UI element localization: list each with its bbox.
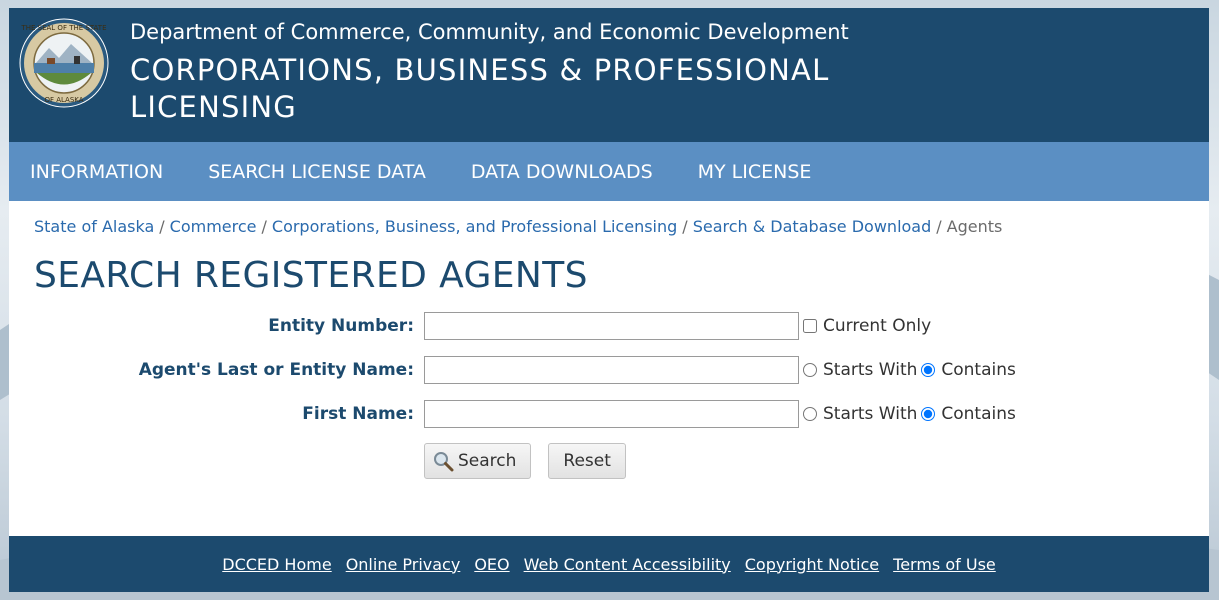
entity-number-input[interactable] xyxy=(424,312,799,340)
nav-item-information[interactable]: INFORMATION xyxy=(30,161,163,183)
page-title: SEARCH REGISTERED AGENTS xyxy=(34,255,588,296)
first-contains-radio[interactable] xyxy=(921,407,936,421)
nav-item-my-license[interactable]: MY LICENSE xyxy=(698,161,812,183)
current-only-checkbox[interactable] xyxy=(803,319,817,333)
agent-name-options: Starts With Contains xyxy=(803,360,1020,380)
footer-link-terms-of-use[interactable]: Terms of Use xyxy=(893,555,996,574)
first-contains-label: Contains xyxy=(941,404,1016,424)
page-container: THE SEAL OF THE STATE OF ALASKA Departme… xyxy=(9,8,1209,600)
breadcrumb-separator: / xyxy=(261,217,267,236)
breadcrumb-separator: / xyxy=(936,217,942,236)
site-footer: DCCED Home Online Privacy OEO Web Conten… xyxy=(9,536,1209,592)
svg-text:THE SEAL OF THE STATE: THE SEAL OF THE STATE xyxy=(20,24,106,32)
main-navigation: INFORMATION SEARCH LICENSE DATA DATA DOW… xyxy=(9,142,1209,201)
agent-name-label: Agent's Last or Entity Name: xyxy=(138,360,414,380)
first-name-label: First Name: xyxy=(302,404,414,424)
agent-name-input[interactable] xyxy=(424,356,799,384)
footer-link-copyright-notice[interactable]: Copyright Notice xyxy=(745,555,879,574)
entity-number-options: Current Only xyxy=(803,316,935,336)
site-header: THE SEAL OF THE STATE OF ALASKA Departme… xyxy=(9,8,1209,142)
department-name: Department of Commerce, Community, and E… xyxy=(130,20,849,44)
footer-link-oeo[interactable]: OEO xyxy=(474,555,509,574)
entity-number-row: Entity Number: Current Only xyxy=(9,311,1209,341)
search-button-label: Search xyxy=(458,451,517,471)
first-starts-with-radio[interactable] xyxy=(803,407,817,421)
agent-contains-label: Contains xyxy=(941,360,1016,380)
breadcrumb-cbpl[interactable]: Corporations, Business, and Professional… xyxy=(272,217,677,236)
breadcrumb-current: Agents xyxy=(946,217,1003,236)
svg-text:OF ALASKA: OF ALASKA xyxy=(44,96,83,104)
agent-starts-with-radio[interactable] xyxy=(803,363,817,377)
agent-starts-with-label: Starts With xyxy=(823,360,918,380)
breadcrumb-search-database[interactable]: Search & Database Download xyxy=(693,217,932,236)
first-starts-with-label: Starts With xyxy=(823,404,918,424)
entity-number-label: Entity Number: xyxy=(268,316,414,336)
breadcrumb-separator: / xyxy=(682,217,688,236)
reset-button-label: Reset xyxy=(563,451,611,471)
breadcrumb-separator: / xyxy=(159,217,165,236)
agent-name-row: Agent's Last or Entity Name: Starts With… xyxy=(9,355,1209,385)
first-name-options: Starts With Contains xyxy=(803,404,1020,424)
main-content: State of Alaska / Commerce / Corporations, B… xyxy=(9,201,1209,536)
magnifier-icon xyxy=(434,452,454,472)
form-buttons: Search Reset xyxy=(424,443,626,479)
breadcrumb-state-of-alaska[interactable]: State of Alaska xyxy=(34,217,154,236)
search-button[interactable]: Search xyxy=(424,443,532,479)
footer-link-online-privacy[interactable]: Online Privacy xyxy=(346,555,461,574)
state-seal-icon[interactable]: THE SEAL OF THE STATE OF ALASKA xyxy=(19,18,109,108)
agent-contains-radio[interactable] xyxy=(921,363,936,377)
reset-button[interactable]: Reset xyxy=(548,443,626,479)
first-name-row: First Name: Starts With Contains xyxy=(9,399,1209,429)
breadcrumb-commerce[interactable]: Commerce xyxy=(170,217,257,236)
footer-link-web-content-accessibility[interactable]: Web Content Accessibility xyxy=(524,555,731,574)
nav-item-data-downloads[interactable]: DATA DOWNLOADS xyxy=(471,161,653,183)
current-only-label: Current Only xyxy=(823,316,932,336)
footer-link-dcced-home[interactable]: DCCED Home xyxy=(222,555,331,574)
breadcrumb: State of Alaska / Commerce / Corporations, B… xyxy=(34,217,1002,236)
division-name[interactable]: CORPORATIONS, BUSINESS & PROFESSIONAL LI… xyxy=(130,52,870,126)
first-name-input[interactable] xyxy=(424,400,799,428)
nav-item-search-license-data[interactable]: SEARCH LICENSE DATA xyxy=(208,161,426,183)
